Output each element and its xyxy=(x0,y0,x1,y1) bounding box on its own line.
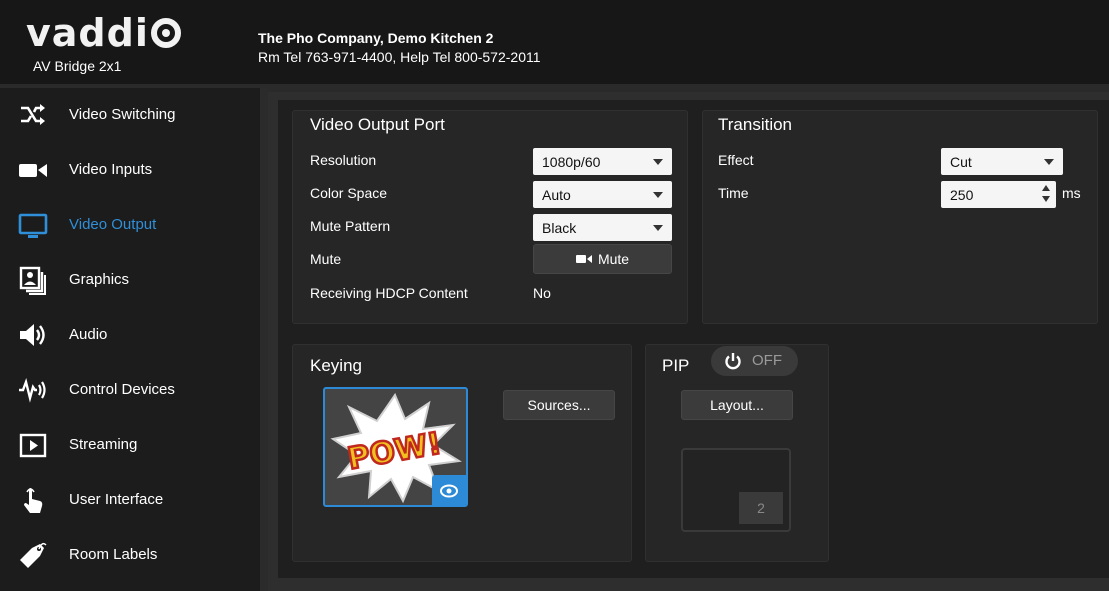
header: vaddi AV Bridge 2x1 The Pho Company, Dem… xyxy=(0,0,1109,84)
mute-label: Mute xyxy=(310,251,342,267)
sidebar-item-user-interface[interactable]: User Interface xyxy=(0,475,260,525)
time-label: Time xyxy=(718,185,749,201)
video-camera-icon xyxy=(575,255,592,263)
sidebar-item-label: Graphics xyxy=(69,271,130,288)
chevron-down-icon xyxy=(1044,159,1054,165)
hand-pointer-icon xyxy=(24,488,43,513)
logo-o-icon xyxy=(150,18,181,48)
power-icon xyxy=(725,353,741,370)
chevron-down-icon xyxy=(653,159,663,165)
sources-button-label: Sources... xyxy=(527,397,591,413)
chevron-down-icon xyxy=(653,225,663,231)
sidebar-item-label: Video Output xyxy=(69,216,157,233)
video-output-port-title: Video Output Port xyxy=(310,115,445,134)
resolution-label: Resolution xyxy=(310,152,377,168)
pip-toggle[interactable]: OFF xyxy=(711,346,798,376)
sidebar-item-video-output[interactable]: Video Output xyxy=(0,200,260,250)
eye-icon xyxy=(440,484,458,498)
sidebar-item-control-devices[interactable]: Control Devices xyxy=(0,365,260,415)
photo-stack-icon xyxy=(19,266,46,295)
keying-title: Keying xyxy=(310,356,362,375)
mute-pattern-select[interactable]: Black xyxy=(533,214,672,241)
resolution-select[interactable]: 1080p/60 xyxy=(533,148,672,175)
transition-panel xyxy=(702,110,1098,324)
time-value: 250 xyxy=(950,187,974,203)
time-input[interactable]: 250 xyxy=(941,181,1056,208)
sidebar-item-label: Streaming xyxy=(69,436,138,453)
color-space-select[interactable]: Auto xyxy=(533,181,672,208)
transition-title: Transition xyxy=(718,115,793,134)
effect-value: Cut xyxy=(950,154,972,170)
sidebar-nav: Video Switching Video Inputs Video Outpu… xyxy=(0,88,260,591)
logo-wordmark: vadd xyxy=(26,11,135,55)
sidebar-item-label: Video Inputs xyxy=(69,161,153,178)
sidebar-item-label: Control Devices xyxy=(69,381,175,398)
speaker-icon xyxy=(20,324,45,346)
sidebar-item-graphics[interactable]: Graphics xyxy=(0,255,260,305)
pip-window-number: 2 xyxy=(739,492,783,524)
sources-button[interactable]: Sources... xyxy=(503,390,615,420)
sidebar-item-streaming[interactable]: Streaming xyxy=(0,420,260,470)
pip-layout-preview: 2 xyxy=(681,448,791,532)
keying-thumbnail[interactable]: POW! xyxy=(323,387,468,507)
logo-wordmark-tail: i xyxy=(134,11,149,55)
sidebar-item-audio[interactable]: Audio xyxy=(0,310,260,360)
effect-select[interactable]: Cut xyxy=(941,148,1063,175)
sidebar-item-room-labels[interactable]: Room Labels xyxy=(0,530,260,580)
sidebar-item-video-inputs[interactable]: Video Inputs xyxy=(0,145,260,195)
product-name: AV Bridge 2x1 xyxy=(33,58,122,74)
sidebar-item-label: Audio xyxy=(69,326,108,343)
spin-down-icon[interactable] xyxy=(1042,196,1050,202)
mute-pattern-value: Black xyxy=(542,220,577,236)
preview-eye-button[interactable] xyxy=(432,475,466,505)
hdcp-value: No xyxy=(533,285,551,301)
tag-icon xyxy=(20,542,47,568)
hdcp-label: Receiving HDCP Content xyxy=(310,285,468,301)
sidebar-divider xyxy=(260,88,268,591)
effect-label: Effect xyxy=(718,152,754,168)
resolution-value: 1080p/60 xyxy=(542,154,601,170)
room-phone-info: Rm Tel 763-971-4400, Help Tel 800-572-20… xyxy=(258,49,541,65)
pip-toggle-state: OFF xyxy=(752,352,782,369)
mute-button[interactable]: Mute xyxy=(533,244,672,274)
mute-button-label: Mute xyxy=(597,251,630,267)
mute-pattern-label: Mute Pattern xyxy=(310,218,391,234)
chevron-down-icon xyxy=(653,192,663,198)
spin-up-icon[interactable] xyxy=(1042,185,1050,191)
color-space-value: Auto xyxy=(542,187,571,203)
signal-wave-icon xyxy=(19,377,46,403)
pip-title: PIP xyxy=(662,356,690,375)
sidebar-item-label: Room Labels xyxy=(69,546,158,563)
sidebar-item-label: User Interface xyxy=(69,491,164,508)
sidebar-item-label: Video Switching xyxy=(69,106,176,123)
monitor-icon xyxy=(18,213,48,238)
sidebar-item-video-switching[interactable]: Video Switching xyxy=(0,90,260,140)
room-name: The Pho Company, Demo Kitchen 2 xyxy=(258,30,494,46)
play-icon xyxy=(19,433,47,458)
color-space-label: Color Space xyxy=(310,185,388,201)
vaddio-logo: vaddi xyxy=(26,14,181,52)
layout-button-label: Layout... xyxy=(710,397,764,413)
video-camera-icon xyxy=(19,164,47,177)
shuffle-icon xyxy=(21,104,45,125)
layout-button[interactable]: Layout... xyxy=(681,390,793,420)
time-unit: ms xyxy=(1062,185,1081,201)
